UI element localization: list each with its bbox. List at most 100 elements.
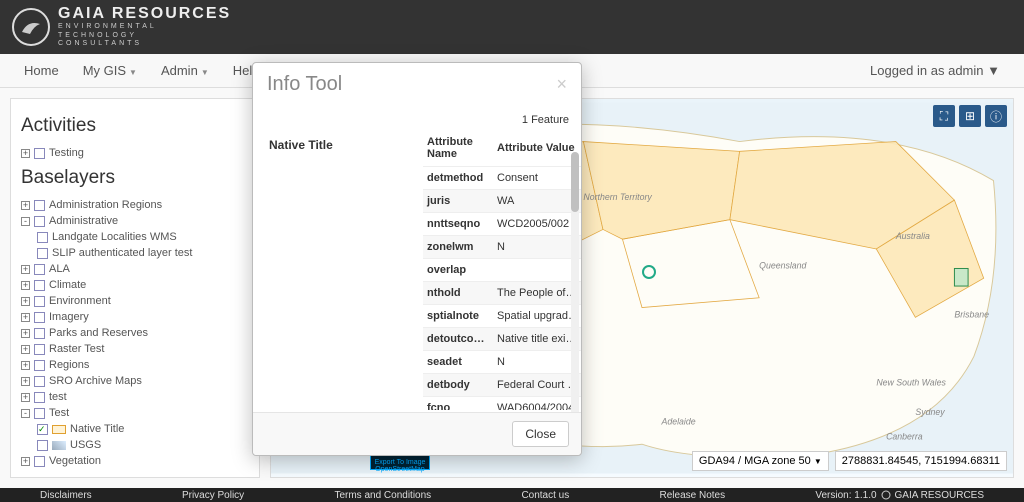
crs-selector[interactable]: GDA94 / MGA zone 50 ▼ <box>692 451 829 471</box>
layer-checkbox[interactable] <box>34 200 45 211</box>
activities-heading: Activities <box>21 115 249 137</box>
baselayer-item[interactable]: +Imagery <box>21 309 249 325</box>
nav-home[interactable]: Home <box>12 55 71 86</box>
attr-name: overlap <box>423 259 493 282</box>
table-row: fcnoWAD6004/2004 <box>423 397 581 411</box>
svg-text:Sydney: Sydney <box>915 407 945 417</box>
close-icon[interactable]: × <box>556 74 567 95</box>
login-status-dropdown[interactable]: Logged in as admin ▼ <box>858 55 1012 86</box>
extent-button[interactable]: ⊞ <box>959 105 981 127</box>
attr-value: Native title exists in the e <box>493 328 581 351</box>
baselayer-item[interactable]: +ALA <box>21 261 249 277</box>
expand-icon[interactable]: + <box>21 297 30 306</box>
info-tool-modal: Info Tool × 1 Feature Native Title Attri… <box>252 62 582 456</box>
baselayer-child-item[interactable]: USGS <box>21 437 249 453</box>
baselayer-item[interactable]: -Administrative <box>21 213 249 229</box>
expand-icon[interactable]: + <box>21 329 30 338</box>
baselayer-child-item[interactable]: SLIP authenticated layer test <box>21 245 249 261</box>
attr-name: nnttseqno <box>423 213 493 236</box>
chevron-down-icon: ▼ <box>814 457 822 466</box>
nav-mygis[interactable]: My GIS▼ <box>71 55 149 86</box>
expand-icon[interactable]: - <box>21 409 30 418</box>
svg-text:Canberra: Canberra <box>886 431 923 441</box>
layer-checkbox[interactable] <box>34 408 45 419</box>
expand-icon[interactable]: + <box>21 377 30 386</box>
expand-icon[interactable]: + <box>21 345 30 354</box>
expand-icon[interactable]: + <box>21 457 30 466</box>
baselayer-item[interactable]: +Environment <box>21 293 249 309</box>
expand-icon[interactable]: + <box>21 201 30 210</box>
info-button[interactable]: ⓘ <box>985 105 1007 127</box>
attr-value: Federal Court of Australi <box>493 374 581 397</box>
layer-checkbox[interactable] <box>34 280 45 291</box>
layer-checkbox[interactable] <box>34 344 45 355</box>
expand-icon[interactable]: + <box>21 361 30 370</box>
layer-checkbox[interactable] <box>34 296 45 307</box>
attr-name: juris <box>423 190 493 213</box>
scrollbar-thumb[interactable] <box>571 152 579 212</box>
layer-checkbox[interactable] <box>37 248 48 259</box>
baselayer-child-item[interactable]: Native Title <box>21 421 249 437</box>
layer-checkbox[interactable] <box>34 392 45 403</box>
baselayer-item[interactable]: +Raster Test <box>21 341 249 357</box>
attribute-table-scroll[interactable]: Attribute Name Attribute Value detmethod… <box>423 130 581 410</box>
brand-tag1: ENVIRONMENTAL <box>58 23 231 31</box>
layer-checkbox[interactable] <box>37 440 48 451</box>
expand-icon[interactable]: + <box>21 281 30 290</box>
brand-logo: GAIA RESOURCES ENVIRONMENTAL TECHNOLOGY … <box>12 5 231 48</box>
attribute-table: Attribute Name Attribute Value detmethod… <box>423 130 581 410</box>
footer-release[interactable]: Release Notes <box>660 490 726 501</box>
baselayer-item[interactable]: -Test <box>21 405 249 421</box>
expand-icon[interactable]: - <box>21 217 30 226</box>
chevron-down-icon: ▼ <box>984 63 1000 78</box>
layer-checkbox[interactable] <box>34 148 45 159</box>
layers-sidebar[interactable]: Activities +Testing Baselayers +Administ… <box>10 98 260 478</box>
baselayer-item[interactable]: +SRO Archive Maps <box>21 373 249 389</box>
brand-tag3: CONSULTANTS <box>58 40 231 48</box>
table-row: detoutcomeNative title exists in the e <box>423 328 581 351</box>
attr-name: zonelwm <box>423 236 493 259</box>
baselayer-child-item[interactable]: Landgate Localities WMS <box>21 229 249 245</box>
feature-layer-tab[interactable]: Native Title <box>263 130 423 410</box>
close-button[interactable]: Close <box>512 421 569 447</box>
layer-checkbox[interactable] <box>37 232 48 243</box>
layer-checkbox[interactable] <box>34 376 45 387</box>
map-status-bar: GDA94 / MGA zone 50 ▼ 2788831.84545, 715… <box>692 451 1007 471</box>
footer-privacy[interactable]: Privacy Policy <box>182 490 244 501</box>
layer-checkbox[interactable] <box>34 264 45 275</box>
attr-value: The People of the Ngaan <box>493 282 581 305</box>
baselayer-item[interactable]: +Administration Regions <box>21 197 249 213</box>
brand-name: GAIA RESOURCES <box>58 5 231 23</box>
attr-name: detoutcome <box>423 328 493 351</box>
footer-contact[interactable]: Contact us <box>521 490 569 501</box>
layer-checkbox[interactable] <box>34 328 45 339</box>
footer-disclaimers[interactable]: Disclaimers <box>40 490 92 501</box>
baselayer-item[interactable]: +Climate <box>21 277 249 293</box>
app-footer: Disclaimers Privacy Policy Terms and Con… <box>0 488 1024 502</box>
footer-terms[interactable]: Terms and Conditions <box>334 490 431 501</box>
activity-item[interactable]: +Testing <box>21 145 249 161</box>
logo-icon <box>881 490 891 500</box>
baselayer-item[interactable]: +Vegetation <box>21 453 249 469</box>
attr-value: N <box>493 236 581 259</box>
layer-checkbox[interactable] <box>34 216 45 227</box>
layer-checkbox[interactable] <box>34 312 45 323</box>
baselayer-item[interactable]: +Regions <box>21 357 249 373</box>
layer-checkbox[interactable] <box>37 424 48 435</box>
chevron-down-icon: ▼ <box>201 68 209 77</box>
table-row: ntholdThe People of the Ngaan <box>423 282 581 305</box>
nav-admin[interactable]: Admin▼ <box>149 55 221 86</box>
layer-checkbox[interactable] <box>34 456 45 467</box>
attr-name: sptialnote <box>423 305 493 328</box>
layer-checkbox[interactable] <box>34 360 45 371</box>
table-row: nnttseqnoWCD2005/002 <box>423 213 581 236</box>
svg-text:Brisbane: Brisbane <box>954 309 989 319</box>
scrollbar[interactable] <box>571 152 579 412</box>
expand-icon[interactable]: + <box>21 393 30 402</box>
expand-icon[interactable]: + <box>21 149 30 158</box>
expand-icon[interactable]: + <box>21 265 30 274</box>
baselayer-item[interactable]: +Parks and Reserves <box>21 325 249 341</box>
fullscreen-button[interactable]: ⛶ <box>933 105 955 127</box>
baselayer-item[interactable]: +test <box>21 389 249 405</box>
expand-icon[interactable]: + <box>21 313 30 322</box>
